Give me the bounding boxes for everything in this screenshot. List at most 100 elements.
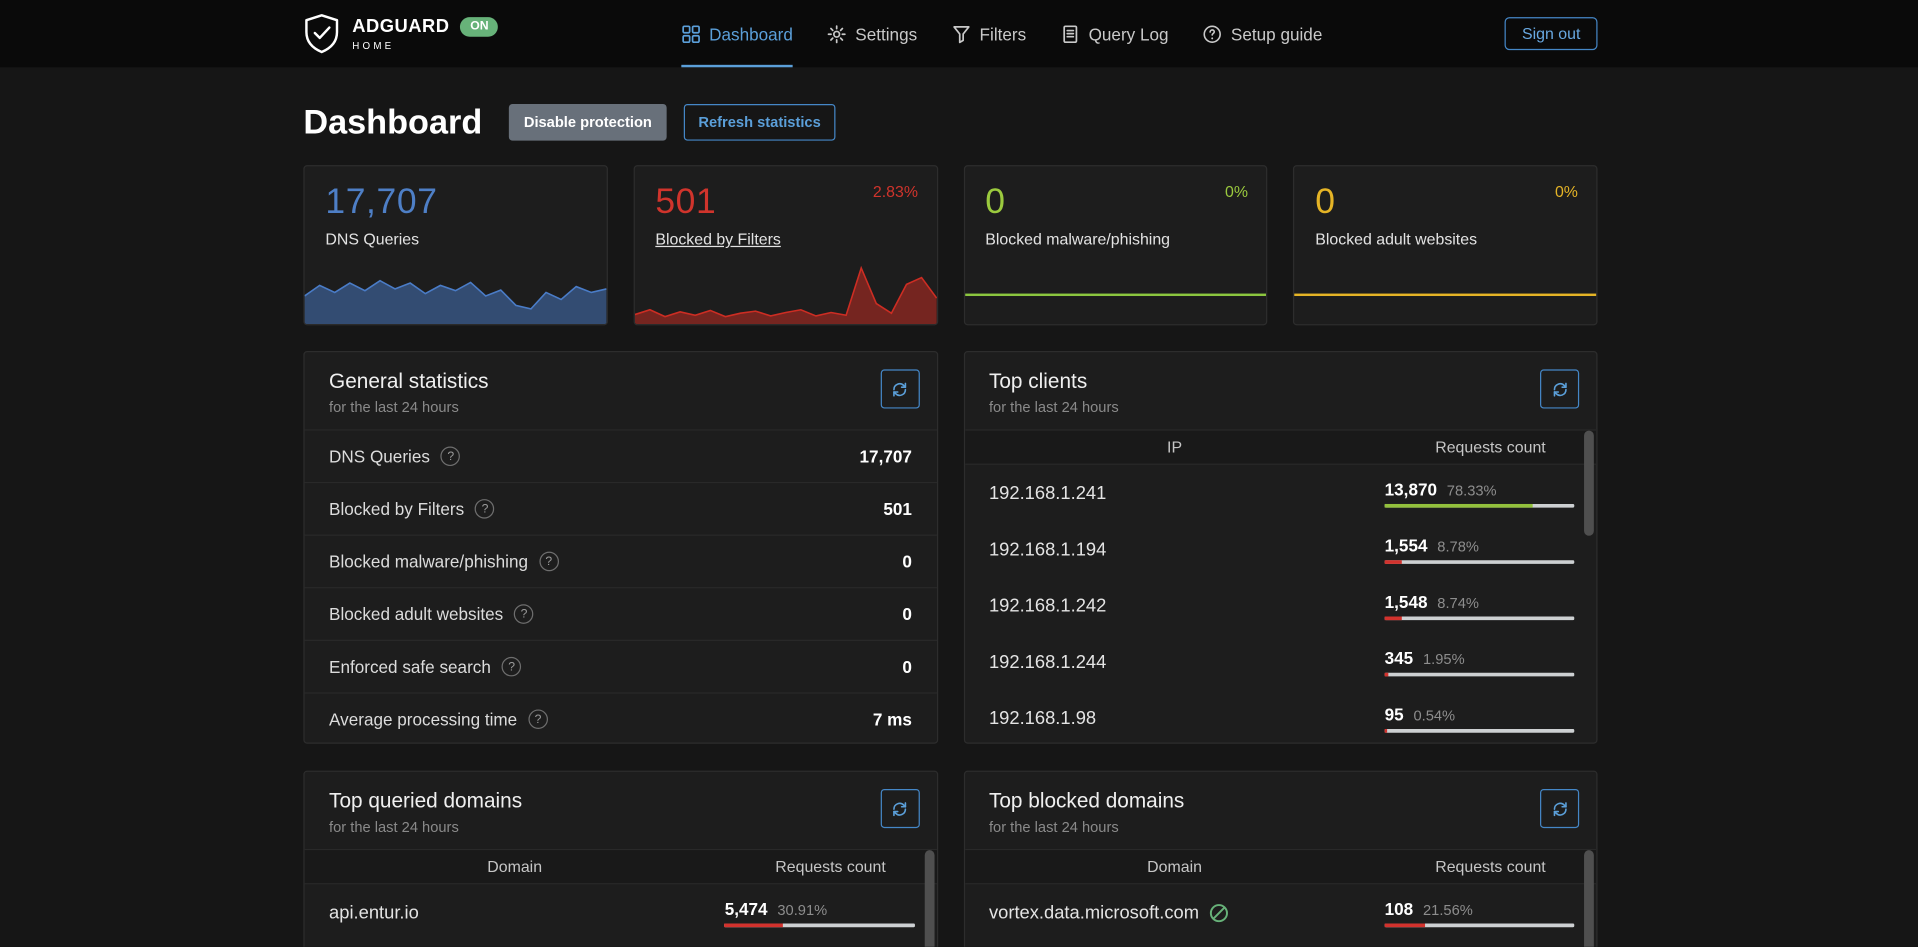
client-progress-track xyxy=(1385,728,1575,732)
stats-row: DNS Queries ? 17,707 xyxy=(305,429,937,482)
refresh-statistics-button[interactable]: Refresh statistics xyxy=(684,104,836,141)
stats-row: Blocked adult websites ? 0 xyxy=(305,587,937,640)
stat-card-blocked-by-filters: 2.83% 501 Blocked by Filters xyxy=(633,165,937,325)
nav-item-query-log[interactable]: Query Log xyxy=(1060,0,1168,67)
top-clients-title: Top clients xyxy=(989,369,1572,393)
column-header-domain: Domain xyxy=(965,857,1385,875)
app-root: ADGUARD ON HOME Dashboard xyxy=(0,0,1918,947)
stats-row-label: Enforced safe search xyxy=(329,657,491,677)
stats-row-label: Average processing time xyxy=(329,709,517,729)
client-progress-track xyxy=(1385,672,1575,676)
sign-out-button[interactable]: Sign out xyxy=(1505,17,1598,50)
main-nav: Dashboard Settings Filters xyxy=(681,0,1322,67)
general-statistics-rows: DNS Queries ? 17,707 Blocked by Filters … xyxy=(305,429,937,743)
nav-item-filters[interactable]: Filters xyxy=(951,0,1026,67)
domain-count: 108 xyxy=(1385,898,1414,918)
client-ip: 192.168.1.244 xyxy=(965,651,1385,672)
blocked-adult-label: Blocked adult websites xyxy=(1315,230,1575,248)
top-blocked-domains-table-header: Domain Requests count xyxy=(965,849,1597,884)
setup-guide-question-icon xyxy=(1203,24,1223,44)
client-percent: 78.33% xyxy=(1447,481,1497,498)
general-statistics-title: General statistics xyxy=(329,369,912,393)
shield-logo-icon xyxy=(303,13,340,53)
query-log-document-icon xyxy=(1060,24,1080,44)
blocked-filters-link[interactable]: Blocked by Filters xyxy=(655,230,780,248)
stats-row-value: 501 xyxy=(883,499,912,519)
nav-item-dashboard[interactable]: Dashboard xyxy=(681,0,793,67)
top-clients-subtitle: for the last 24 hours xyxy=(989,399,1572,416)
stats-row-value: 17,707 xyxy=(860,446,912,466)
bottom-panels-row: Top queried domains for the last 24 hour… xyxy=(303,771,1597,947)
nav-label-settings: Settings xyxy=(855,24,917,44)
middle-panels-row: General statistics for the last 24 hours… xyxy=(303,351,1597,744)
top-navigation-bar: ADGUARD ON HOME Dashboard xyxy=(0,0,1918,67)
block-toggle-icon[interactable] xyxy=(1209,902,1230,923)
blocked-filters-percent: 2.83% xyxy=(873,182,918,200)
scrollbar-thumb[interactable] xyxy=(924,850,934,947)
top-blocked-domains-subtitle: for the last 24 hours xyxy=(989,818,1572,835)
top-clients-rows: 192.168.1.241 13,870 78.33% 192.168.1.19… xyxy=(965,465,1597,744)
client-ip: 192.168.1.98 xyxy=(965,708,1385,729)
page-title: Dashboard xyxy=(303,102,482,144)
client-count: 95 xyxy=(1385,704,1404,724)
stats-row-value: 0 xyxy=(902,657,912,677)
main-content: Dashboard Disable protection Refresh sta… xyxy=(303,102,1597,947)
client-row: 192.168.1.98 95 0.54% xyxy=(965,690,1597,744)
help-icon[interactable]: ? xyxy=(539,552,559,572)
adguard-home-logo[interactable]: ADGUARD ON HOME xyxy=(303,0,498,67)
client-progress-fill xyxy=(1385,672,1389,676)
domain-row: vortex.data.microsoft.com 108 21.56% xyxy=(965,884,1597,940)
top-clients-panel: Top clients for the last 24 hours IP Req… xyxy=(963,351,1597,744)
help-icon[interactable]: ? xyxy=(528,709,548,729)
nav-label-query-log: Query Log xyxy=(1089,24,1169,44)
stats-row-label: Blocked adult websites xyxy=(329,604,503,624)
stat-card-blocked-malware: 0% 0 Blocked malware/phishing xyxy=(963,165,1267,325)
blocked-malware-percent: 0% xyxy=(1225,182,1248,200)
stats-row: Blocked malware/phishing ? 0 xyxy=(305,535,937,588)
disable-protection-button[interactable]: Disable protection xyxy=(509,104,666,141)
stats-row-value: 7 ms xyxy=(873,709,912,729)
client-percent: 8.74% xyxy=(1437,594,1479,611)
top-blocked-domains-title: Top blocked domains xyxy=(989,789,1572,813)
stats-row-label: Blocked by Filters xyxy=(329,499,464,519)
refresh-icon xyxy=(1550,380,1568,398)
nav-label-setup-guide: Setup guide xyxy=(1231,24,1322,44)
nav-item-setup-guide[interactable]: Setup guide xyxy=(1203,0,1323,67)
top-queried-domains-panel: Top queried domains for the last 24 hour… xyxy=(303,771,937,947)
column-header-domain: Domain xyxy=(305,857,725,875)
domain-progress-track xyxy=(725,923,915,927)
refresh-top-queried-domains-button[interactable] xyxy=(880,789,919,828)
blocked-domain-name: vortex.data.microsoft.com xyxy=(989,902,1199,923)
domain-percent: 30.91% xyxy=(777,901,827,918)
client-ip: 192.168.1.241 xyxy=(965,483,1385,504)
help-icon[interactable]: ? xyxy=(514,604,534,624)
nav-label-dashboard: Dashboard xyxy=(709,24,793,44)
help-icon[interactable]: ? xyxy=(441,446,461,466)
stat-card-blocked-adult: 0% 0 Blocked adult websites xyxy=(1293,165,1597,325)
brand-name: ADGUARD xyxy=(352,17,449,35)
scrollbar-thumb[interactable] xyxy=(1584,850,1594,947)
client-row: 192.168.1.244 345 1.95% xyxy=(965,634,1597,690)
refresh-top-clients-button[interactable] xyxy=(1540,369,1579,408)
client-progress-track xyxy=(1385,616,1575,620)
nav-label-query-log: Filters xyxy=(980,24,1027,44)
client-count: 1,554 xyxy=(1385,535,1428,555)
refresh-icon xyxy=(890,799,908,817)
domain-progress-fill xyxy=(725,923,784,927)
scrollbar-thumb[interactable] xyxy=(1584,431,1594,536)
refresh-general-statistics-button[interactable] xyxy=(880,369,919,408)
stat-card-dns-queries: 17,707 DNS Queries xyxy=(303,165,607,325)
client-row: 192.168.1.241 13,870 78.33% xyxy=(965,465,1597,521)
nav-item-settings[interactable]: Settings xyxy=(827,0,917,67)
stats-row-value: 0 xyxy=(902,604,912,624)
dashboard-icon xyxy=(681,24,701,44)
client-percent: 1.95% xyxy=(1423,650,1465,667)
refresh-top-blocked-domains-button[interactable] xyxy=(1540,789,1579,828)
help-icon[interactable]: ? xyxy=(502,657,522,677)
client-count: 345 xyxy=(1385,648,1414,668)
help-icon[interactable]: ? xyxy=(475,499,495,519)
stats-row: Enforced safe search ? 0 xyxy=(305,640,937,693)
top-queried-domains-subtitle: for the last 24 hours xyxy=(329,818,912,835)
brand-subtitle: HOME xyxy=(352,40,498,51)
domain-progress-track xyxy=(1385,923,1575,927)
